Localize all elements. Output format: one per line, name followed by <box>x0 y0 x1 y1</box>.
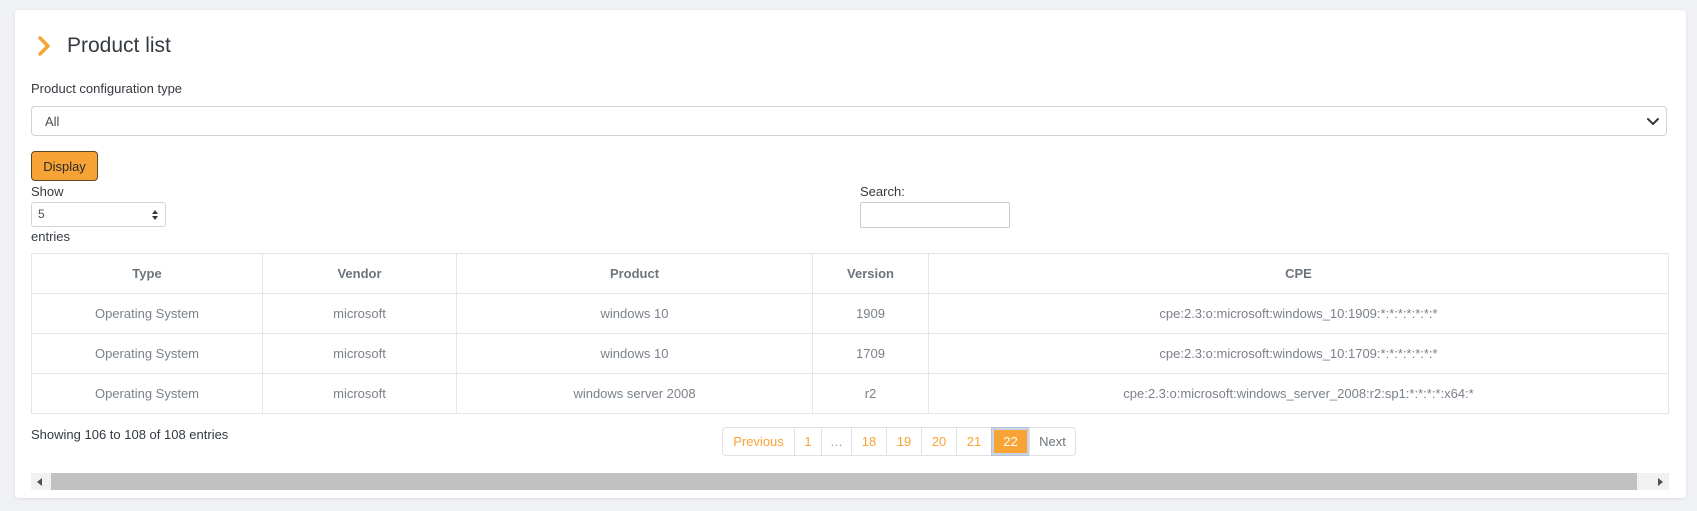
search-label: Search: <box>860 184 905 199</box>
column-header-cpe[interactable]: CPE <box>928 253 1669 294</box>
config-type-value: All <box>45 114 60 129</box>
entries-label: entries <box>31 229 71 244</box>
scrollbar-thumb[interactable] <box>51 473 1637 490</box>
sort-updown-icon <box>152 210 158 220</box>
cell-cpe: cpe:2.3:o:microsoft:windows_server_2008:… <box>928 373 1669 414</box>
page-ellipsis: … <box>821 427 852 456</box>
next-page-button[interactable]: Next <box>1029 427 1076 456</box>
product-list-card: Product list Product configuration type … <box>15 10 1686 498</box>
show-label: Show <box>31 184 64 199</box>
cell-vendor: microsoft <box>262 333 457 374</box>
chevron-down-icon <box>1647 118 1659 125</box>
card-header: Product list <box>35 26 171 66</box>
table-header-row: Type Vendor Product Version CPE <box>31 253 1669 294</box>
cell-version: 1909 <box>812 293 929 334</box>
cell-version: r2 <box>812 373 929 414</box>
page-19-button[interactable]: 19 <box>886 427 922 456</box>
table-info: Showing 106 to 108 of 108 entries <box>31 427 229 442</box>
scroll-right-icon[interactable] <box>1655 477 1665 487</box>
horizontal-scrollbar[interactable] <box>31 473 1669 490</box>
cell-version: 1709 <box>812 333 929 374</box>
display-button[interactable]: Display <box>31 151 98 181</box>
entries-length-value: 5 <box>38 207 45 221</box>
page-20-button[interactable]: 20 <box>921 427 957 456</box>
table-row: Operating System microsoft windows serve… <box>31 373 1669 414</box>
entries-length-select[interactable]: 5 <box>31 202 166 227</box>
cell-vendor: microsoft <box>262 293 457 334</box>
page-22-button[interactable]: 22 <box>991 427 1030 456</box>
cell-vendor: microsoft <box>262 373 457 414</box>
cell-type: Operating System <box>31 373 263 414</box>
pagination: Previous 1 … 18 19 20 21 22 Next <box>722 427 1076 456</box>
config-type-label: Product configuration type <box>31 81 183 96</box>
cell-type: Operating System <box>31 333 263 374</box>
table-row: Operating System microsoft windows 10 19… <box>31 293 1669 334</box>
column-header-type[interactable]: Type <box>31 253 263 294</box>
cell-product: windows server 2008 <box>456 373 813 414</box>
page-18-button[interactable]: 18 <box>851 427 887 456</box>
chevron-right-icon <box>38 36 50 56</box>
cell-cpe: cpe:2.3:o:microsoft:windows_10:1909:*:*:… <box>928 293 1669 334</box>
previous-page-button[interactable]: Previous <box>722 427 795 456</box>
cell-product: windows 10 <box>456 293 813 334</box>
column-header-version[interactable]: Version <box>812 253 929 294</box>
column-header-product[interactable]: Product <box>456 253 813 294</box>
cell-cpe: cpe:2.3:o:microsoft:windows_10:1709:*:*:… <box>928 333 1669 374</box>
search-input[interactable] <box>860 202 1010 228</box>
table-row: Operating System microsoft windows 10 17… <box>31 333 1669 374</box>
scroll-left-icon[interactable] <box>35 477 45 487</box>
cell-product: windows 10 <box>456 333 813 374</box>
cell-type: Operating System <box>31 293 263 334</box>
config-type-select[interactable]: All <box>31 106 1667 136</box>
page-1-button[interactable]: 1 <box>794 427 822 456</box>
column-header-vendor[interactable]: Vendor <box>262 253 457 294</box>
products-table: Type Vendor Product Version CPE Operatin… <box>31 253 1669 414</box>
page-title: Product list <box>67 34 171 57</box>
page-21-button[interactable]: 21 <box>956 427 992 456</box>
